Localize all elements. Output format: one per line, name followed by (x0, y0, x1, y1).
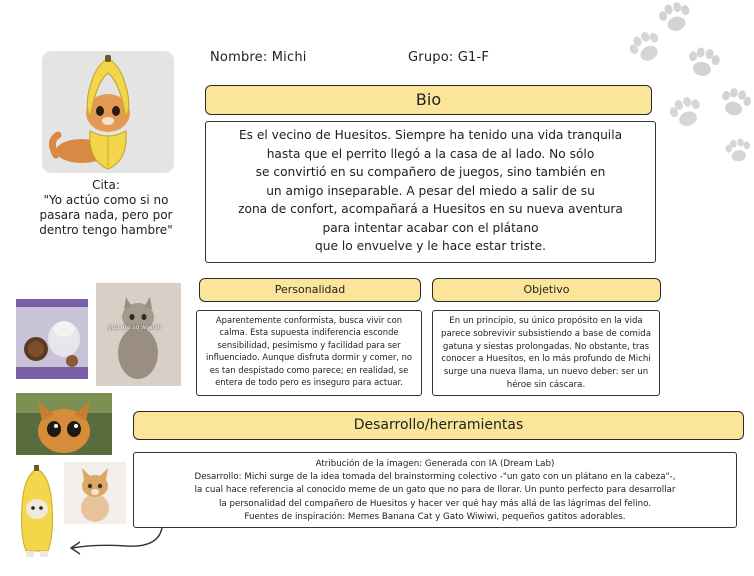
bio-box: Es el vecino de Huesitos. Siempre ha ten… (205, 121, 656, 263)
meme-caption: you are so wiwiwi (108, 324, 161, 331)
reference-image-cat-eating (16, 299, 88, 379)
reference-image-big-eyes-cat (16, 393, 112, 455)
character-group: Grupo: G1-F (408, 50, 490, 65)
paw-print-icon (722, 88, 752, 116)
desarrollo-title: Desarrollo/herramientas (353, 417, 524, 433)
desarrollo-line: Fuentes de inspiración: Memes Banana Cat… (244, 511, 626, 522)
bio-line: zona de confort, acompañará a Huesitos e… (238, 202, 623, 216)
personalidad-title-bar: Personalidad (199, 278, 421, 302)
personalidad-text: Aparentemente conformista, busca vivir c… (205, 315, 413, 388)
desarrollo-line: la cual hace referencia al conocido meme… (194, 485, 676, 496)
bio-line: Es el vecino de Huesitos. Siempre ha ten… (238, 128, 623, 142)
paw-print-icon (629, 32, 659, 61)
arrow-icon (69, 527, 163, 555)
character-name: Nombre: Michi (210, 50, 307, 65)
desarrollo-title-bar: Desarrollo/herramientas (133, 411, 744, 440)
objetivo-title: Objetivo (523, 283, 570, 296)
bio-line: un amigo inseparable. A pesar del miedo … (266, 183, 595, 198)
objetivo-box: En un principio, su único propósito en l… (432, 310, 660, 396)
quote-label: Cita: (92, 178, 120, 192)
desarrollo-box: Atribución de la imagen: Generada con IA… (133, 452, 737, 528)
quote-text: "Yo actúo como si no pasara nada, pero p… (39, 193, 173, 237)
bio-line: para intentar acabar con el plátano (322, 220, 539, 235)
paw-print-icon (689, 47, 720, 76)
reference-image-ginger-kitten (64, 462, 126, 524)
bio-title-bar: Bio (205, 85, 652, 115)
bio-line: hasta que el perrito llegó a la casa de … (266, 146, 595, 161)
reference-image-banana-cat (12, 465, 62, 561)
paw-print-icon (725, 138, 750, 162)
reference-image-wiwiwi-cat: you are so wiwiwi (96, 283, 181, 386)
objetivo-text: En un principio, su único propósito en l… (441, 316, 651, 390)
personalidad-title: Personalidad (274, 283, 346, 296)
bio-title: Bio (415, 90, 442, 109)
character-photo (42, 51, 174, 173)
desarrollo-line: Atribución de la imagen: Generada con IA… (315, 459, 555, 469)
bio-line: que lo envuelve y le hace estar triste. (315, 239, 546, 253)
paw-print-icon (669, 96, 700, 126)
desarrollo-line: la personalidad del compañero de Huesito… (218, 498, 652, 509)
objetivo-title-bar: Objetivo (432, 278, 661, 302)
bio-line: se convirtió en su compañero de juegos, … (255, 165, 606, 179)
personalidad-box: Aparentemente conformista, busca vivir c… (196, 310, 422, 396)
desarrollo-line: Desarrollo: Michi surge de la idea tomad… (194, 472, 676, 483)
